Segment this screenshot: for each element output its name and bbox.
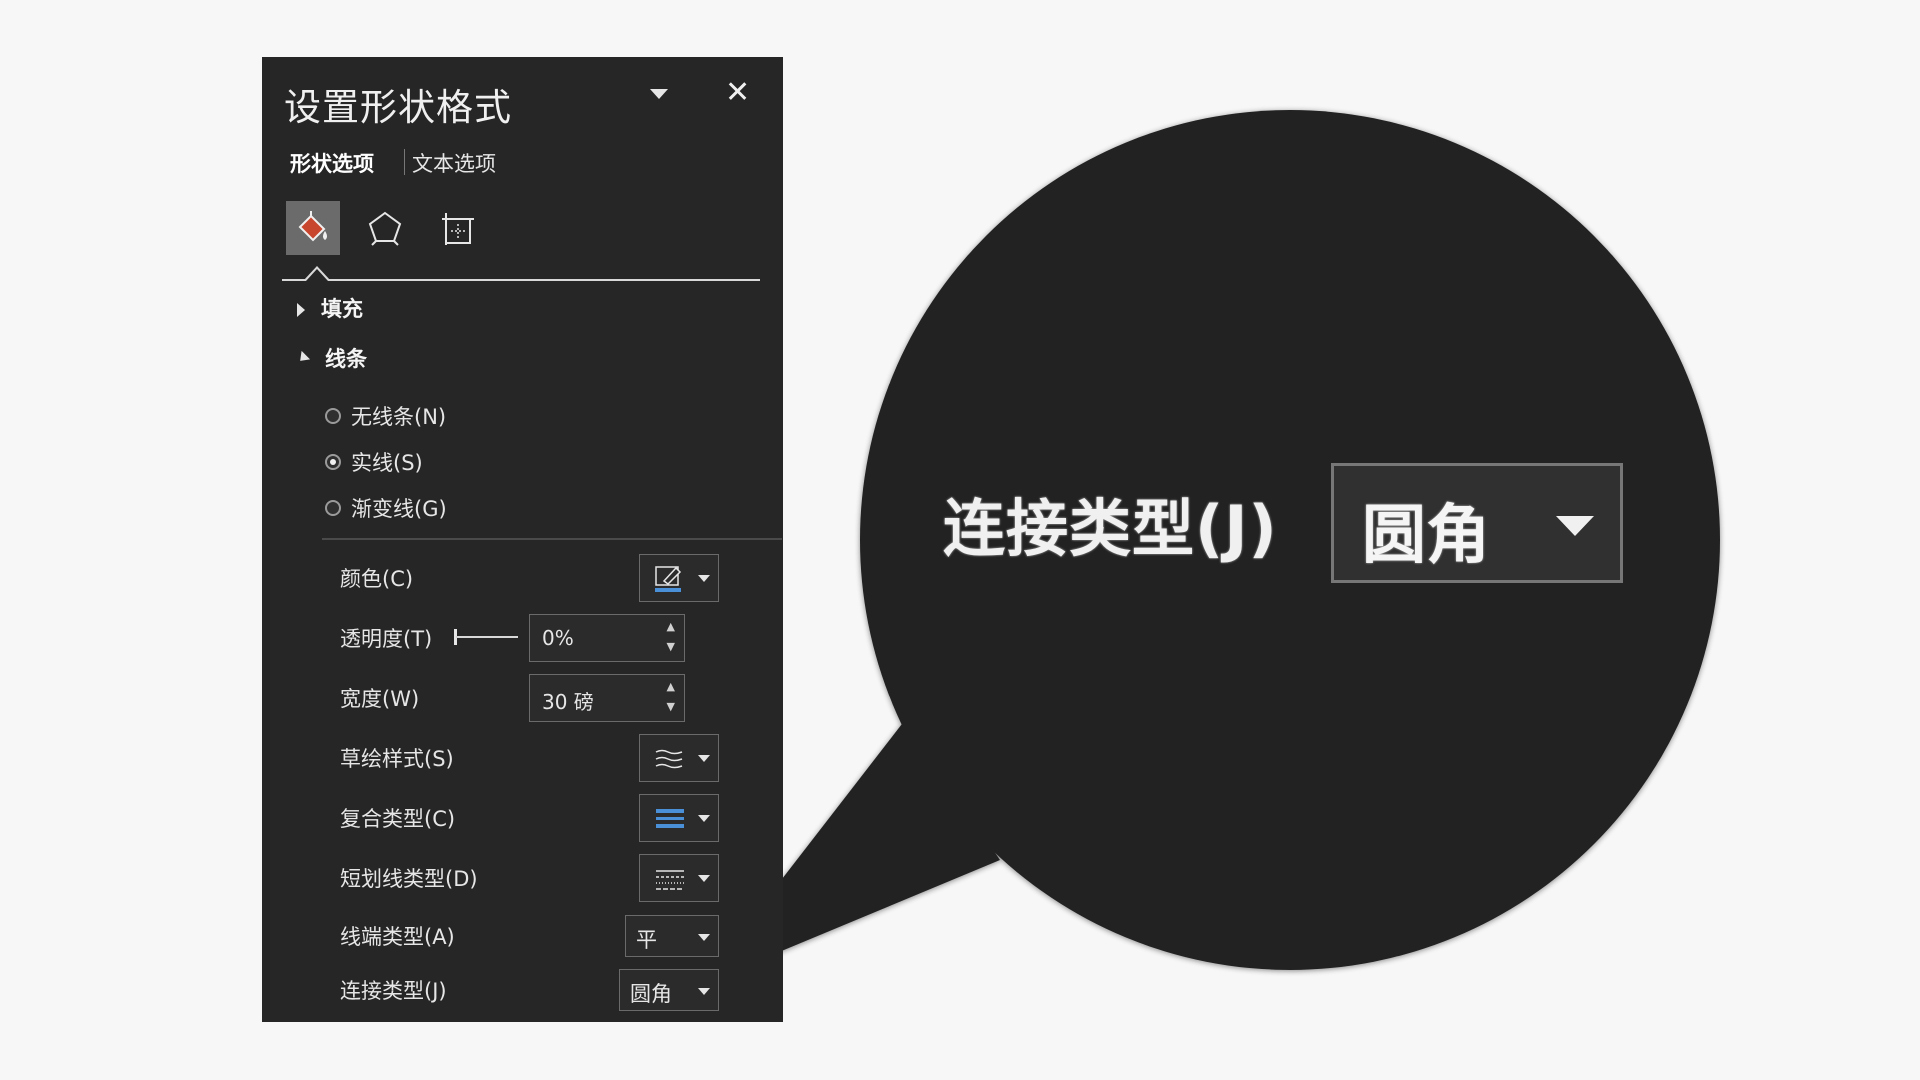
transparency-input[interactable]: 0% ▲ ▼ <box>529 614 685 662</box>
caret-icon <box>698 934 710 941</box>
sketch-lines-icon <box>655 749 683 769</box>
zoom-caret-icon <box>1556 516 1594 536</box>
collapse-icon <box>295 350 311 366</box>
section-line-label: 线条 <box>325 347 367 371</box>
join-type-label: 连接类型(J) <box>340 979 447 1003</box>
tab-text-options[interactable]: 文本选项 <box>412 148 496 178</box>
dash-type-dropdown[interactable] <box>639 854 719 902</box>
section-line[interactable]: 线条 <box>295 343 367 373</box>
spin-up-icon[interactable]: ▲ <box>667 680 675 693</box>
transparency-label: 透明度(T) <box>340 627 433 651</box>
compound-lines-icon <box>656 809 684 828</box>
selected-pointer-inner <box>306 269 328 281</box>
radio-button[interactable] <box>325 408 341 424</box>
spin-up-icon[interactable]: ▲ <box>667 620 675 633</box>
compound-type-dropdown[interactable] <box>639 794 719 842</box>
pane-options-dropdown-icon[interactable] <box>650 89 668 99</box>
expand-icon <box>297 303 305 317</box>
sketch-style-dropdown[interactable] <box>639 734 719 782</box>
fill-line-icon[interactable] <box>286 201 340 255</box>
width-value: 30 磅 <box>542 690 594 714</box>
cap-type-label: 线端类型(A) <box>340 925 455 949</box>
size-properties-icon[interactable] <box>430 201 484 255</box>
color-dropdown[interactable] <box>639 554 719 602</box>
radio-button[interactable] <box>325 500 341 516</box>
zoom-join-type-dropdown: 圆角 <box>1331 463 1623 583</box>
compound-type-label: 复合类型(C) <box>340 807 456 831</box>
pane-title: 设置形状格式 <box>284 86 512 129</box>
section-fill[interactable]: 填充 <box>297 293 363 323</box>
join-type-value: 圆角 <box>630 982 672 1006</box>
caret-icon <box>698 988 710 995</box>
radio-gradient-line-label: 渐变线(G) <box>351 497 447 521</box>
cap-type-value: 平 <box>636 928 657 952</box>
radio-button-selected[interactable] <box>325 454 341 470</box>
cap-type-dropdown[interactable]: 平 <box>625 915 719 957</box>
sketch-style-label: 草绘样式(S) <box>340 747 454 771</box>
caret-icon <box>698 755 710 762</box>
tab-separator <box>404 149 405 175</box>
width-label: 宽度(W) <box>340 687 420 711</box>
icon-row-divider <box>282 279 760 281</box>
spin-down-icon[interactable]: ▼ <box>667 640 675 653</box>
radio-no-line[interactable]: 无线条(N) <box>325 401 446 431</box>
dash-lines-icon <box>656 870 684 890</box>
section-fill-label: 填充 <box>321 297 363 321</box>
close-icon[interactable]: ✕ <box>725 75 750 110</box>
radio-solid-line[interactable]: 实线(S) <box>325 447 423 477</box>
shape-effects-icon[interactable] <box>358 201 412 255</box>
dash-type-label: 短划线类型(D) <box>340 867 478 891</box>
caret-icon <box>698 815 710 822</box>
width-input[interactable]: 30 磅 ▲ ▼ <box>529 674 685 722</box>
format-shape-pane: 设置形状格式 ✕ 形状选项 文本选项 填充 线条 无线条(N) 实线(S) 渐变… <box>262 57 783 1022</box>
caret-icon <box>698 875 710 882</box>
caret-icon <box>698 575 710 582</box>
spin-down-icon[interactable]: ▼ <box>667 700 675 713</box>
color-label: 颜色(C) <box>340 567 414 591</box>
transparency-value: 0% <box>542 626 574 650</box>
join-type-dropdown[interactable]: 圆角 <box>619 969 719 1011</box>
zoom-join-type-value: 圆角 <box>1362 499 1490 573</box>
zoom-join-type-label: 连接类型(J) <box>943 492 1278 565</box>
options-divider <box>322 538 782 540</box>
radio-solid-line-label: 实线(S) <box>351 451 423 475</box>
tab-shape-options[interactable]: 形状选项 <box>290 148 374 178</box>
radio-gradient-line[interactable]: 渐变线(G) <box>325 493 447 523</box>
pen-color-icon <box>655 566 682 592</box>
radio-no-line-label: 无线条(N) <box>351 405 447 429</box>
transparency-slider[interactable] <box>456 636 518 638</box>
